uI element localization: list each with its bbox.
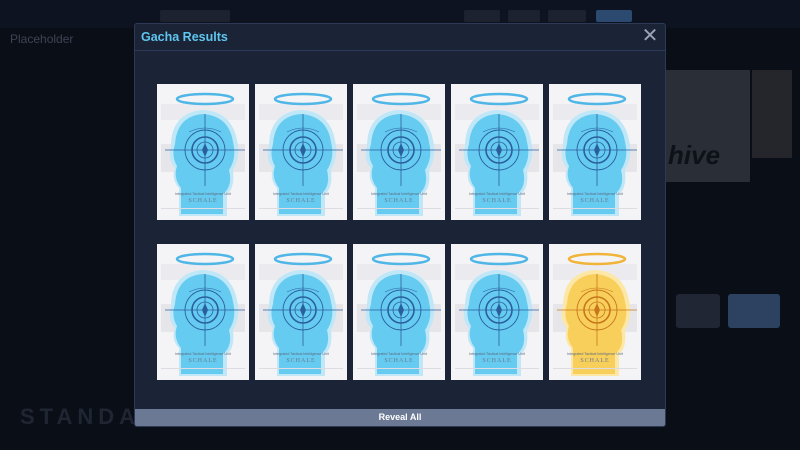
gacha-card-common[interactable]: Integrated Tactical Intelligence Unit SCH…	[157, 84, 249, 220]
card-caption: Integrated Tactical Intelligence Unit	[469, 192, 525, 196]
card-caption: Integrated Tactical Intelligence Unit	[273, 352, 329, 356]
card-name: SCHALE	[580, 358, 610, 364]
reveal-all-button[interactable]: Reveal All	[135, 409, 665, 426]
card-name: SCHALE	[188, 358, 218, 364]
card-grid: Integrated Tactical Intelligence Unit SCH…	[157, 84, 641, 380]
background-nav-item	[508, 10, 540, 22]
modal-title: Gacha Results	[141, 30, 228, 44]
card-name: SCHALE	[580, 198, 610, 204]
background-standard-label: STANDA	[20, 404, 141, 429]
card-caption: Integrated Tactical Intelligence Unit	[175, 352, 231, 356]
gacha-card-common[interactable]: Integrated Tactical Intelligence Unit SCH…	[549, 84, 641, 220]
close-button[interactable]: ✕	[641, 26, 659, 46]
card-name: SCHALE	[384, 358, 414, 364]
background-option-box-active	[728, 294, 780, 328]
background-banner-art	[752, 70, 792, 158]
gacha-card-common[interactable]: Integrated Tactical Intelligence Unit SCH…	[255, 84, 347, 220]
card-caption: Integrated Tactical Intelligence Unit	[371, 192, 427, 196]
background-banner-text: hive	[668, 140, 721, 170]
background-option-box	[676, 294, 720, 328]
card-name: SCHALE	[482, 198, 512, 204]
card-name: SCHALE	[188, 198, 218, 204]
background-nav-item	[548, 10, 586, 22]
background-nav-item-active	[596, 10, 632, 22]
card-name: SCHALE	[482, 358, 512, 364]
card-name: SCHALE	[286, 198, 316, 204]
background-nav-item	[464, 10, 500, 22]
gacha-card-common[interactable]: Integrated Tactical Intelligence Unit SCH…	[255, 244, 347, 380]
card-caption: Integrated Tactical Intelligence Unit	[567, 352, 623, 356]
card-caption: Integrated Tactical Intelligence Unit	[567, 192, 623, 196]
gacha-card-common[interactable]: Integrated Tactical Intelligence Unit SCH…	[451, 84, 543, 220]
gacha-results-modal: Gacha Results ✕ Integrated Tactical Inte…	[134, 23, 666, 427]
card-name: SCHALE	[286, 358, 316, 364]
card-caption: Integrated Tactical Intelligence Unit	[371, 352, 427, 356]
gacha-card-common[interactable]: Integrated Tactical Intelligence Unit SCH…	[451, 244, 543, 380]
gacha-card-common[interactable]: Integrated Tactical Intelligence Unit SCH…	[157, 244, 249, 380]
card-caption: Integrated Tactical Intelligence Unit	[175, 192, 231, 196]
gacha-card-common[interactable]: Integrated Tactical Intelligence Unit SCH…	[353, 84, 445, 220]
gacha-card-common[interactable]: Integrated Tactical Intelligence Unit SCH…	[353, 244, 445, 380]
card-name: SCHALE	[384, 198, 414, 204]
card-caption: Integrated Tactical Intelligence Unit	[469, 352, 525, 356]
background-nav-item	[160, 10, 230, 22]
gacha-card-rare[interactable]: Integrated Tactical Intelligence Unit SCH…	[549, 244, 641, 380]
modal-header: Gacha Results ✕	[135, 24, 665, 51]
card-caption: Integrated Tactical Intelligence Unit	[273, 192, 329, 196]
background-page-title: Placeholder	[10, 32, 74, 46]
